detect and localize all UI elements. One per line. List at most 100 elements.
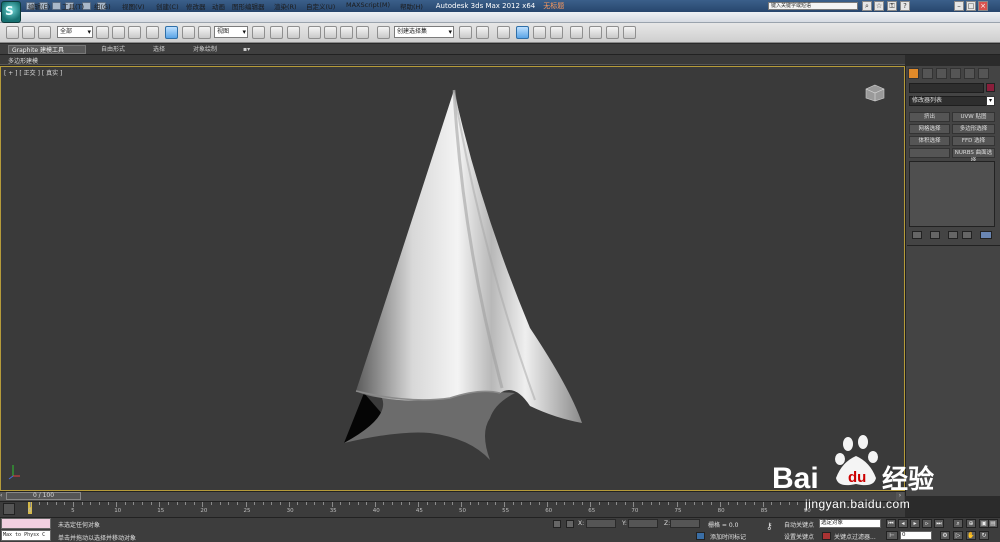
- app-logo-icon[interactable]: S: [1, 1, 21, 23]
- maximize-button[interactable]: □: [966, 1, 976, 11]
- current-frame-field[interactable]: 0: [900, 531, 932, 540]
- viewport-label[interactable]: [ + ] [ 正交 ] [ 真实 ]: [4, 68, 62, 77]
- key-mode-icon[interactable]: ⊢: [886, 531, 898, 540]
- modifier-stack[interactable]: [909, 161, 995, 227]
- x-coordinate-field[interactable]: [586, 519, 616, 528]
- configure-modifier-sets-icon[interactable]: [980, 231, 992, 239]
- menu-animation[interactable]: 动画: [212, 1, 225, 11]
- keyboard-shortcut-toggle-icon[interactable]: [287, 26, 300, 39]
- key-filters-button[interactable]: 关键点过滤器...: [834, 532, 876, 541]
- tab-freeform[interactable]: 自由形式: [98, 45, 128, 54]
- graphite-toggle-icon[interactable]: [516, 26, 529, 39]
- menu-edit[interactable]: 编辑(E): [28, 1, 50, 11]
- material-editor-icon[interactable]: [570, 26, 583, 39]
- align-icon[interactable]: [476, 26, 489, 39]
- rectangular-selection-icon[interactable]: [128, 26, 141, 39]
- ffd-select-button[interactable]: FFD 选择: [952, 136, 995, 146]
- ribbon-options-icon[interactable]: ▪▾: [240, 45, 253, 54]
- menu-graph-editors[interactable]: 图形编辑器: [232, 1, 265, 11]
- edit-named-selection-icon[interactable]: [377, 26, 390, 39]
- viewcube-icon[interactable]: [865, 84, 885, 102]
- create-tab-icon[interactable]: [908, 68, 919, 79]
- poly-select-button[interactable]: 多边形选择: [952, 124, 995, 134]
- set-key-icon[interactable]: [822, 532, 831, 540]
- display-tab-icon[interactable]: [964, 68, 975, 79]
- remove-modifier-icon[interactable]: [962, 231, 972, 239]
- infocenter-icon[interactable]: ☆: [874, 1, 884, 11]
- menu-tools[interactable]: 工具(T): [62, 1, 84, 11]
- hierarchy-tab-icon[interactable]: [936, 68, 947, 79]
- help-icon[interactable]: ?: [900, 1, 910, 11]
- modifier-list-dropdown[interactable]: 修改器列表: [909, 96, 995, 106]
- pin-stack-icon[interactable]: [912, 231, 922, 239]
- spinner-snap-icon[interactable]: [356, 26, 369, 39]
- time-slider-knob[interactable]: 0 / 100: [6, 492, 81, 500]
- empty-modifier-button[interactable]: [909, 148, 950, 158]
- utilities-tab-icon[interactable]: [978, 68, 989, 79]
- search-input[interactable]: 键入关键字或短语: [768, 2, 858, 10]
- unlink-icon[interactable]: [22, 26, 35, 39]
- curve-editor-icon[interactable]: [533, 26, 546, 39]
- maxscript-listener-input[interactable]: Max to Physx C: [1, 530, 51, 541]
- percent-snap-icon[interactable]: [340, 26, 353, 39]
- menu-views[interactable]: 视图(V): [122, 1, 145, 11]
- select-and-scale-icon[interactable]: [198, 26, 211, 39]
- y-coordinate-field[interactable]: [628, 519, 658, 528]
- field-of-view-icon[interactable]: ▷: [953, 531, 963, 540]
- pan-view-icon[interactable]: ✋: [966, 531, 976, 540]
- maxscript-listener-pink[interactable]: [1, 518, 51, 529]
- menu-modifiers[interactable]: 修改器: [186, 1, 206, 11]
- tab-selection[interactable]: 选择: [150, 45, 168, 54]
- link-icon[interactable]: [6, 26, 19, 39]
- lock-selection-icon[interactable]: [553, 520, 561, 528]
- set-key-label[interactable]: 设置关键点: [784, 532, 814, 541]
- window-crossing-icon[interactable]: [146, 26, 159, 39]
- zoom-all-icon[interactable]: ⊕: [966, 519, 976, 528]
- object-name-field[interactable]: [909, 83, 984, 93]
- tab-graphite-modeling-tools[interactable]: Graphite 建模工具: [8, 45, 86, 54]
- time-configuration-icon[interactable]: ⚙: [940, 531, 950, 540]
- extrude-button[interactable]: 挤出: [909, 112, 950, 122]
- motion-tab-icon[interactable]: [950, 68, 961, 79]
- absolute-mode-icon[interactable]: [566, 520, 574, 528]
- select-and-move-icon[interactable]: [165, 26, 178, 39]
- zoom-extents-all-icon[interactable]: ▤: [988, 519, 998, 528]
- pivot-center-icon[interactable]: [252, 26, 265, 39]
- time-tag-icon[interactable]: [696, 532, 705, 540]
- render-setup-icon[interactable]: [589, 26, 602, 39]
- menu-maxscript[interactable]: MAXScript(M): [346, 1, 390, 9]
- menu-help[interactable]: 帮助(H): [400, 1, 423, 11]
- nurbs-surface-select-button[interactable]: NURBS 曲面选择: [952, 148, 995, 164]
- orbit-icon[interactable]: ↻: [979, 531, 989, 540]
- add-time-tag[interactable]: 添加时间标记: [710, 532, 746, 541]
- reference-coordinate-dropdown[interactable]: 视图: [214, 26, 248, 38]
- zoom-icon[interactable]: ⌕: [953, 519, 963, 528]
- close-button[interactable]: ×: [978, 1, 988, 11]
- menu-group[interactable]: 组(G): [94, 1, 111, 11]
- selection-filter-dropdown[interactable]: 全部: [57, 26, 93, 38]
- uvw-map-button[interactable]: UVW 贴图: [952, 112, 995, 122]
- rendered-frame-window-icon[interactable]: [606, 26, 619, 39]
- show-end-result-icon[interactable]: [930, 231, 940, 239]
- bind-space-warp-icon[interactable]: [38, 26, 51, 39]
- named-selection-dropdown[interactable]: 创建选择集: [394, 26, 454, 38]
- snaps-toggle-icon[interactable]: [308, 26, 321, 39]
- schematic-view-icon[interactable]: [550, 26, 563, 39]
- z-coordinate-field[interactable]: [670, 519, 700, 528]
- polygon-modeling-label[interactable]: 多边形建模: [8, 56, 38, 65]
- vol-select-button[interactable]: 体积选择: [909, 136, 950, 146]
- subscription-icon[interactable]: ⚿: [887, 1, 897, 11]
- make-unique-icon[interactable]: [948, 231, 958, 239]
- select-and-rotate-icon[interactable]: [182, 26, 195, 39]
- menu-create[interactable]: 创建(C): [156, 1, 179, 11]
- select-by-name-icon[interactable]: [112, 26, 125, 39]
- menu-rendering[interactable]: 渲染(R): [274, 1, 297, 11]
- chevron-down-icon[interactable]: ▾: [986, 96, 995, 106]
- time-slider-prev-icon[interactable]: ‹: [0, 492, 6, 500]
- layer-manager-icon[interactable]: [497, 26, 510, 39]
- modify-tab-icon[interactable]: [922, 68, 933, 79]
- mirror-icon[interactable]: [459, 26, 472, 39]
- minimize-button[interactable]: –: [954, 1, 964, 11]
- menu-customize[interactable]: 自定义(U): [306, 1, 335, 11]
- search-icon[interactable]: ⌕: [862, 1, 872, 11]
